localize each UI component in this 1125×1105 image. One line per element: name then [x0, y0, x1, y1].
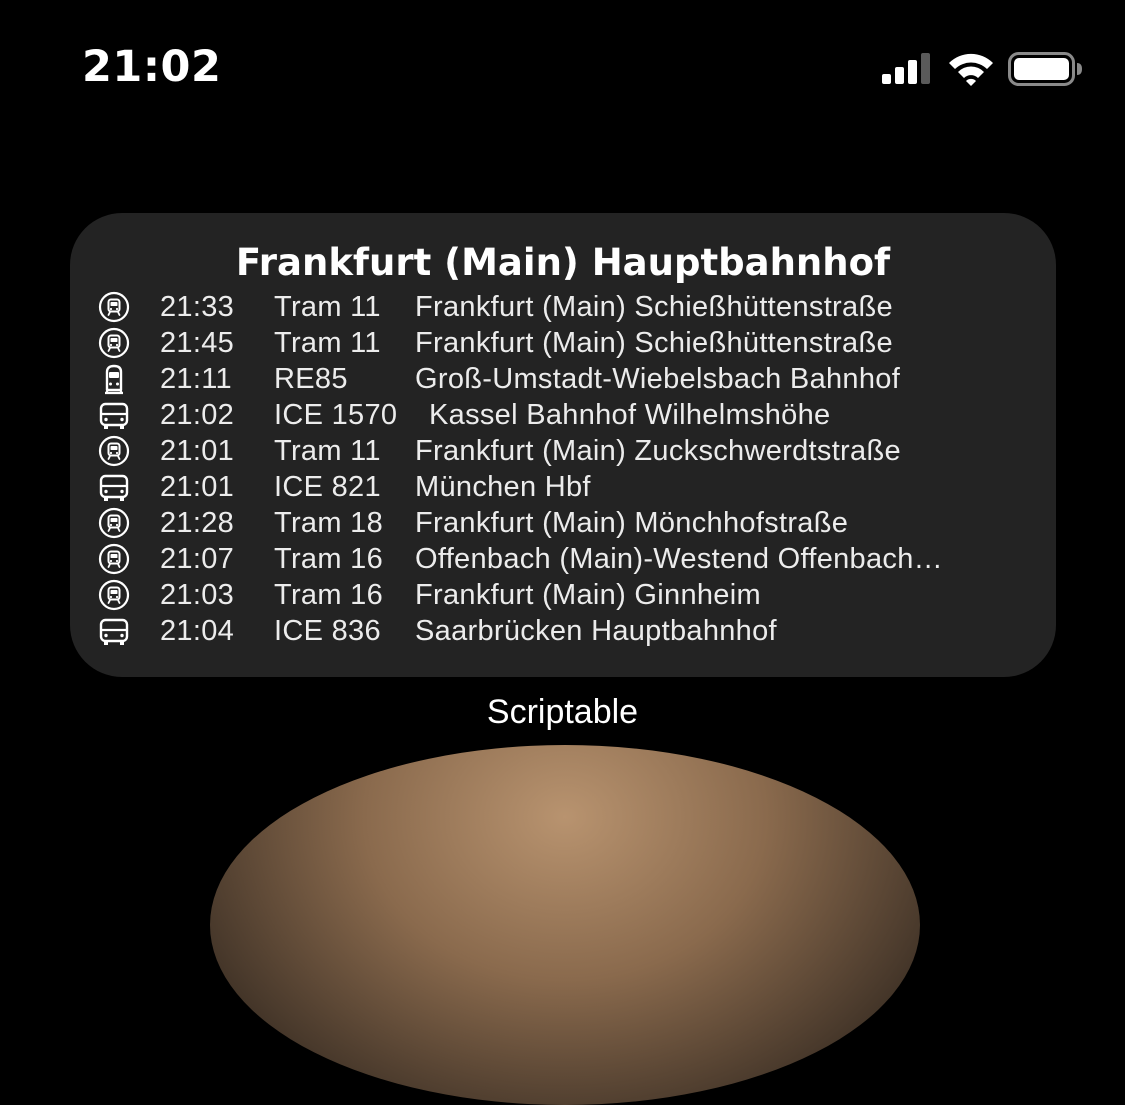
departure-time: 21:03 [160, 579, 235, 611]
intercity-train-icon [98, 615, 130, 647]
departure-destination: Frankfurt (Main) Schießhüttenstraße [415, 291, 893, 323]
departure-line: Tram 11 [274, 327, 381, 359]
tram-icon [98, 291, 130, 323]
departure-destination: Frankfurt (Main) Ginnheim [415, 579, 761, 611]
intercity-train-icon [98, 471, 130, 503]
departure-row: 21:07 Tram 16 Offenbach (Main)-Westend Off… [70, 541, 1056, 577]
departure-row: 21:01 ICE 821 München Hbf [70, 469, 1056, 505]
departure-line: ICE 821 [274, 471, 381, 503]
departure-destination: Saarbrücken Hauptbahnhof [415, 615, 777, 647]
departure-destination: Frankfurt (Main) Mönchhofstraße [415, 507, 849, 539]
intercity-train-icon [98, 399, 130, 431]
regional-train-icon [98, 363, 130, 395]
departure-line: Tram 11 [274, 435, 381, 467]
departure-destination: Offenbach (Main)-Westend Offenbach… [415, 543, 943, 575]
wallpaper-image [210, 745, 920, 1105]
departure-line: Tram 18 [274, 507, 383, 539]
departures-widget[interactable]: Frankfurt (Main) Hauptbahnhof 21:33 Tram … [70, 213, 1056, 677]
departure-row: 21:11 RE85 Groß-Umstadt-Wiebelsbach Bahnho… [70, 361, 1056, 397]
tram-icon [98, 435, 130, 467]
tram-icon [98, 507, 130, 539]
tram-icon [98, 327, 130, 359]
battery-icon [1008, 52, 1082, 86]
departure-line: Tram 16 [274, 543, 383, 575]
station-title: Frankfurt (Main) Hauptbahnhof [235, 241, 891, 284]
departure-time: 21:01 [160, 435, 235, 467]
tram-icon [98, 543, 130, 575]
departure-row: 21:33 Tram 11 Frankfurt (Main) Schießhütte… [70, 289, 1056, 325]
departure-line: RE85 [274, 363, 348, 395]
departure-row: 21:03 Tram 16 Frankfurt (Main) Ginnheim [70, 577, 1056, 613]
departure-destination: Frankfurt (Main) Schießhüttenstraße [415, 327, 893, 359]
departure-row: 21:45 Tram 11 Frankfurt (Main) Schießhütte… [70, 325, 1056, 361]
departure-row: 21:04 ICE 836 Saarbrücken Hauptbahnhof [70, 613, 1056, 649]
departure-time: 21:11 [160, 363, 232, 395]
departure-row: 21:28 Tram 18 Frankfurt (Main) Mönchhofstr… [70, 505, 1056, 541]
cellular-signal-icon [882, 53, 930, 84]
departure-line: Tram 16 [274, 579, 383, 611]
departure-line: Tram 11 [274, 291, 381, 323]
departure-line: ICE 836 [274, 615, 381, 647]
departure-line: ICE 1570 [274, 399, 398, 431]
status-time: 21:02 [82, 42, 222, 92]
departure-row: 21:02 ICE 1570 Kassel Bahnhof Wilhelmshöhe [70, 397, 1056, 433]
departure-list: 21:33 Tram 11 Frankfurt (Main) Schießhütte… [70, 289, 1056, 649]
wifi-icon [949, 53, 993, 86]
departure-time: 21:33 [160, 291, 235, 323]
app-label[interactable]: Scriptable [0, 693, 1125, 732]
departure-time: 21:04 [160, 615, 235, 647]
departure-destination: Groß-Umstadt-Wiebelsbach Bahnhof [415, 363, 901, 395]
departure-row: 21:01 Tram 11 Frankfurt (Main) Zuckschwerd… [70, 433, 1056, 469]
departure-time: 21:45 [160, 327, 235, 359]
status-icons [880, 50, 1085, 88]
departure-destination: München Hbf [415, 471, 591, 503]
departure-time: 21:01 [160, 471, 235, 503]
departure-time: 21:02 [160, 399, 235, 431]
departure-time: 21:07 [160, 543, 235, 575]
status-bar: 21:02 [0, 0, 1125, 130]
tram-icon [98, 579, 130, 611]
departure-destination: Kassel Bahnhof Wilhelmshöhe [429, 399, 831, 431]
departure-destination: Frankfurt (Main) Zuckschwerdtstraße [415, 435, 901, 467]
departure-time: 21:28 [160, 507, 235, 539]
